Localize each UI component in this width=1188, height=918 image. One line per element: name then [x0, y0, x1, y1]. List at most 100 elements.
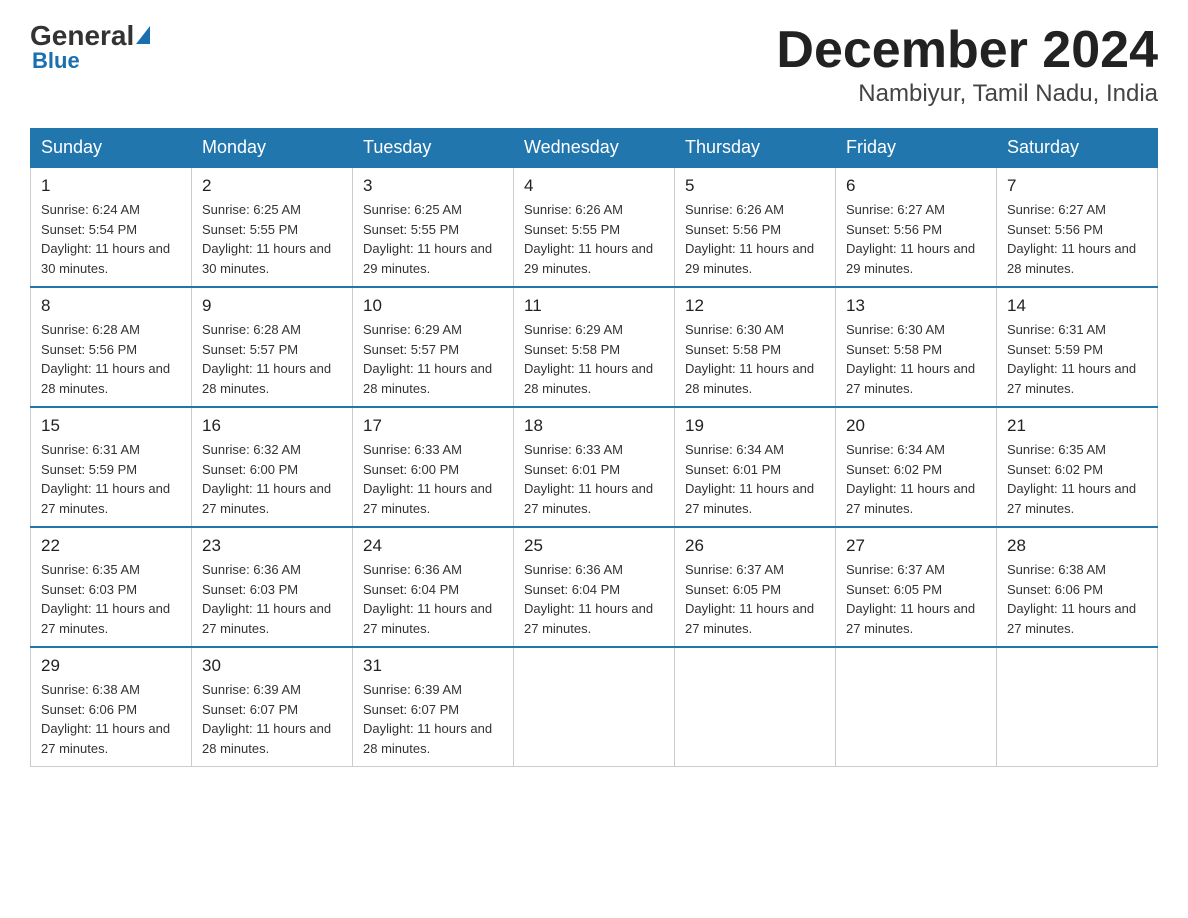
day-info: Sunrise: 6:24 AM Sunset: 5:54 PM Dayligh… [41, 200, 181, 278]
day-number: 7 [1007, 176, 1147, 196]
day-number: 25 [524, 536, 664, 556]
day-cell: 27 Sunrise: 6:37 AM Sunset: 6:05 PM Dayl… [836, 527, 997, 647]
day-info: Sunrise: 6:37 AM Sunset: 6:05 PM Dayligh… [846, 560, 986, 638]
day-info: Sunrise: 6:35 AM Sunset: 6:03 PM Dayligh… [41, 560, 181, 638]
day-info: Sunrise: 6:38 AM Sunset: 6:06 PM Dayligh… [41, 680, 181, 758]
day-info: Sunrise: 6:35 AM Sunset: 6:02 PM Dayligh… [1007, 440, 1147, 518]
day-number: 31 [363, 656, 503, 676]
day-cell: 15 Sunrise: 6:31 AM Sunset: 5:59 PM Dayl… [31, 407, 192, 527]
day-number: 13 [846, 296, 986, 316]
calendar-body: 1 Sunrise: 6:24 AM Sunset: 5:54 PM Dayli… [31, 167, 1158, 767]
day-cell [997, 647, 1158, 767]
day-cell: 20 Sunrise: 6:34 AM Sunset: 6:02 PM Dayl… [836, 407, 997, 527]
day-cell: 22 Sunrise: 6:35 AM Sunset: 6:03 PM Dayl… [31, 527, 192, 647]
day-cell: 30 Sunrise: 6:39 AM Sunset: 6:07 PM Dayl… [192, 647, 353, 767]
day-info: Sunrise: 6:33 AM Sunset: 6:01 PM Dayligh… [524, 440, 664, 518]
week-row-4: 22 Sunrise: 6:35 AM Sunset: 6:03 PM Dayl… [31, 527, 1158, 647]
day-number: 26 [685, 536, 825, 556]
logo-triangle-icon [136, 26, 150, 44]
day-cell: 17 Sunrise: 6:33 AM Sunset: 6:00 PM Dayl… [353, 407, 514, 527]
header-cell-saturday: Saturday [997, 129, 1158, 168]
day-number: 3 [363, 176, 503, 196]
day-cell: 4 Sunrise: 6:26 AM Sunset: 5:55 PM Dayli… [514, 167, 675, 287]
day-number: 16 [202, 416, 342, 436]
day-number: 11 [524, 296, 664, 316]
day-cell: 5 Sunrise: 6:26 AM Sunset: 5:56 PM Dayli… [675, 167, 836, 287]
day-number: 6 [846, 176, 986, 196]
day-info: Sunrise: 6:32 AM Sunset: 6:00 PM Dayligh… [202, 440, 342, 518]
day-info: Sunrise: 6:34 AM Sunset: 6:02 PM Dayligh… [846, 440, 986, 518]
day-cell: 28 Sunrise: 6:38 AM Sunset: 6:06 PM Dayl… [997, 527, 1158, 647]
day-cell: 21 Sunrise: 6:35 AM Sunset: 6:02 PM Dayl… [997, 407, 1158, 527]
header: General Blue December 2024 Nambiyur, Tam… [30, 20, 1158, 108]
day-info: Sunrise: 6:33 AM Sunset: 6:00 PM Dayligh… [363, 440, 503, 518]
day-cell: 11 Sunrise: 6:29 AM Sunset: 5:58 PM Dayl… [514, 287, 675, 407]
day-info: Sunrise: 6:25 AM Sunset: 5:55 PM Dayligh… [202, 200, 342, 278]
day-info: Sunrise: 6:27 AM Sunset: 5:56 PM Dayligh… [1007, 200, 1147, 278]
day-info: Sunrise: 6:31 AM Sunset: 5:59 PM Dayligh… [1007, 320, 1147, 398]
day-number: 23 [202, 536, 342, 556]
week-row-1: 1 Sunrise: 6:24 AM Sunset: 5:54 PM Dayli… [31, 167, 1158, 287]
title-area: December 2024 Nambiyur, Tamil Nadu, Indi… [776, 20, 1158, 108]
day-info: Sunrise: 6:36 AM Sunset: 6:04 PM Dayligh… [363, 560, 503, 638]
week-row-3: 15 Sunrise: 6:31 AM Sunset: 5:59 PM Dayl… [31, 407, 1158, 527]
day-cell: 24 Sunrise: 6:36 AM Sunset: 6:04 PM Dayl… [353, 527, 514, 647]
day-info: Sunrise: 6:30 AM Sunset: 5:58 PM Dayligh… [846, 320, 986, 398]
day-number: 10 [363, 296, 503, 316]
header-cell-thursday: Thursday [675, 129, 836, 168]
day-info: Sunrise: 6:27 AM Sunset: 5:56 PM Dayligh… [846, 200, 986, 278]
week-row-2: 8 Sunrise: 6:28 AM Sunset: 5:56 PM Dayli… [31, 287, 1158, 407]
logo: General Blue [30, 20, 150, 74]
day-cell: 31 Sunrise: 6:39 AM Sunset: 6:07 PM Dayl… [353, 647, 514, 767]
day-number: 17 [363, 416, 503, 436]
day-cell: 26 Sunrise: 6:37 AM Sunset: 6:05 PM Dayl… [675, 527, 836, 647]
day-info: Sunrise: 6:38 AM Sunset: 6:06 PM Dayligh… [1007, 560, 1147, 638]
day-info: Sunrise: 6:28 AM Sunset: 5:57 PM Dayligh… [202, 320, 342, 398]
day-info: Sunrise: 6:29 AM Sunset: 5:57 PM Dayligh… [363, 320, 503, 398]
day-number: 4 [524, 176, 664, 196]
day-cell: 16 Sunrise: 6:32 AM Sunset: 6:00 PM Dayl… [192, 407, 353, 527]
day-info: Sunrise: 6:37 AM Sunset: 6:05 PM Dayligh… [685, 560, 825, 638]
day-number: 2 [202, 176, 342, 196]
header-cell-tuesday: Tuesday [353, 129, 514, 168]
header-cell-monday: Monday [192, 129, 353, 168]
header-row: SundayMondayTuesdayWednesdayThursdayFrid… [31, 129, 1158, 168]
calendar-header: SundayMondayTuesdayWednesdayThursdayFrid… [31, 129, 1158, 168]
day-info: Sunrise: 6:36 AM Sunset: 6:03 PM Dayligh… [202, 560, 342, 638]
day-number: 24 [363, 536, 503, 556]
day-cell [836, 647, 997, 767]
header-cell-friday: Friday [836, 129, 997, 168]
day-number: 18 [524, 416, 664, 436]
day-cell: 7 Sunrise: 6:27 AM Sunset: 5:56 PM Dayli… [997, 167, 1158, 287]
day-info: Sunrise: 6:29 AM Sunset: 5:58 PM Dayligh… [524, 320, 664, 398]
day-cell: 29 Sunrise: 6:38 AM Sunset: 6:06 PM Dayl… [31, 647, 192, 767]
day-number: 29 [41, 656, 181, 676]
day-number: 30 [202, 656, 342, 676]
day-number: 12 [685, 296, 825, 316]
header-cell-sunday: Sunday [31, 129, 192, 168]
header-cell-wednesday: Wednesday [514, 129, 675, 168]
day-cell: 6 Sunrise: 6:27 AM Sunset: 5:56 PM Dayli… [836, 167, 997, 287]
day-info: Sunrise: 6:31 AM Sunset: 5:59 PM Dayligh… [41, 440, 181, 518]
day-info: Sunrise: 6:28 AM Sunset: 5:56 PM Dayligh… [41, 320, 181, 398]
day-info: Sunrise: 6:25 AM Sunset: 5:55 PM Dayligh… [363, 200, 503, 278]
day-info: Sunrise: 6:26 AM Sunset: 5:56 PM Dayligh… [685, 200, 825, 278]
day-number: 27 [846, 536, 986, 556]
day-info: Sunrise: 6:36 AM Sunset: 6:04 PM Dayligh… [524, 560, 664, 638]
day-number: 5 [685, 176, 825, 196]
day-cell: 18 Sunrise: 6:33 AM Sunset: 6:01 PM Dayl… [514, 407, 675, 527]
day-cell: 13 Sunrise: 6:30 AM Sunset: 5:58 PM Dayl… [836, 287, 997, 407]
day-number: 28 [1007, 536, 1147, 556]
day-number: 21 [1007, 416, 1147, 436]
location-title: Nambiyur, Tamil Nadu, India [776, 80, 1158, 108]
day-number: 19 [685, 416, 825, 436]
day-cell: 12 Sunrise: 6:30 AM Sunset: 5:58 PM Dayl… [675, 287, 836, 407]
day-number: 8 [41, 296, 181, 316]
day-cell: 2 Sunrise: 6:25 AM Sunset: 5:55 PM Dayli… [192, 167, 353, 287]
day-number: 22 [41, 536, 181, 556]
day-cell: 1 Sunrise: 6:24 AM Sunset: 5:54 PM Dayli… [31, 167, 192, 287]
day-info: Sunrise: 6:39 AM Sunset: 6:07 PM Dayligh… [202, 680, 342, 758]
day-number: 20 [846, 416, 986, 436]
day-cell: 8 Sunrise: 6:28 AM Sunset: 5:56 PM Dayli… [31, 287, 192, 407]
month-title: December 2024 [776, 20, 1158, 80]
